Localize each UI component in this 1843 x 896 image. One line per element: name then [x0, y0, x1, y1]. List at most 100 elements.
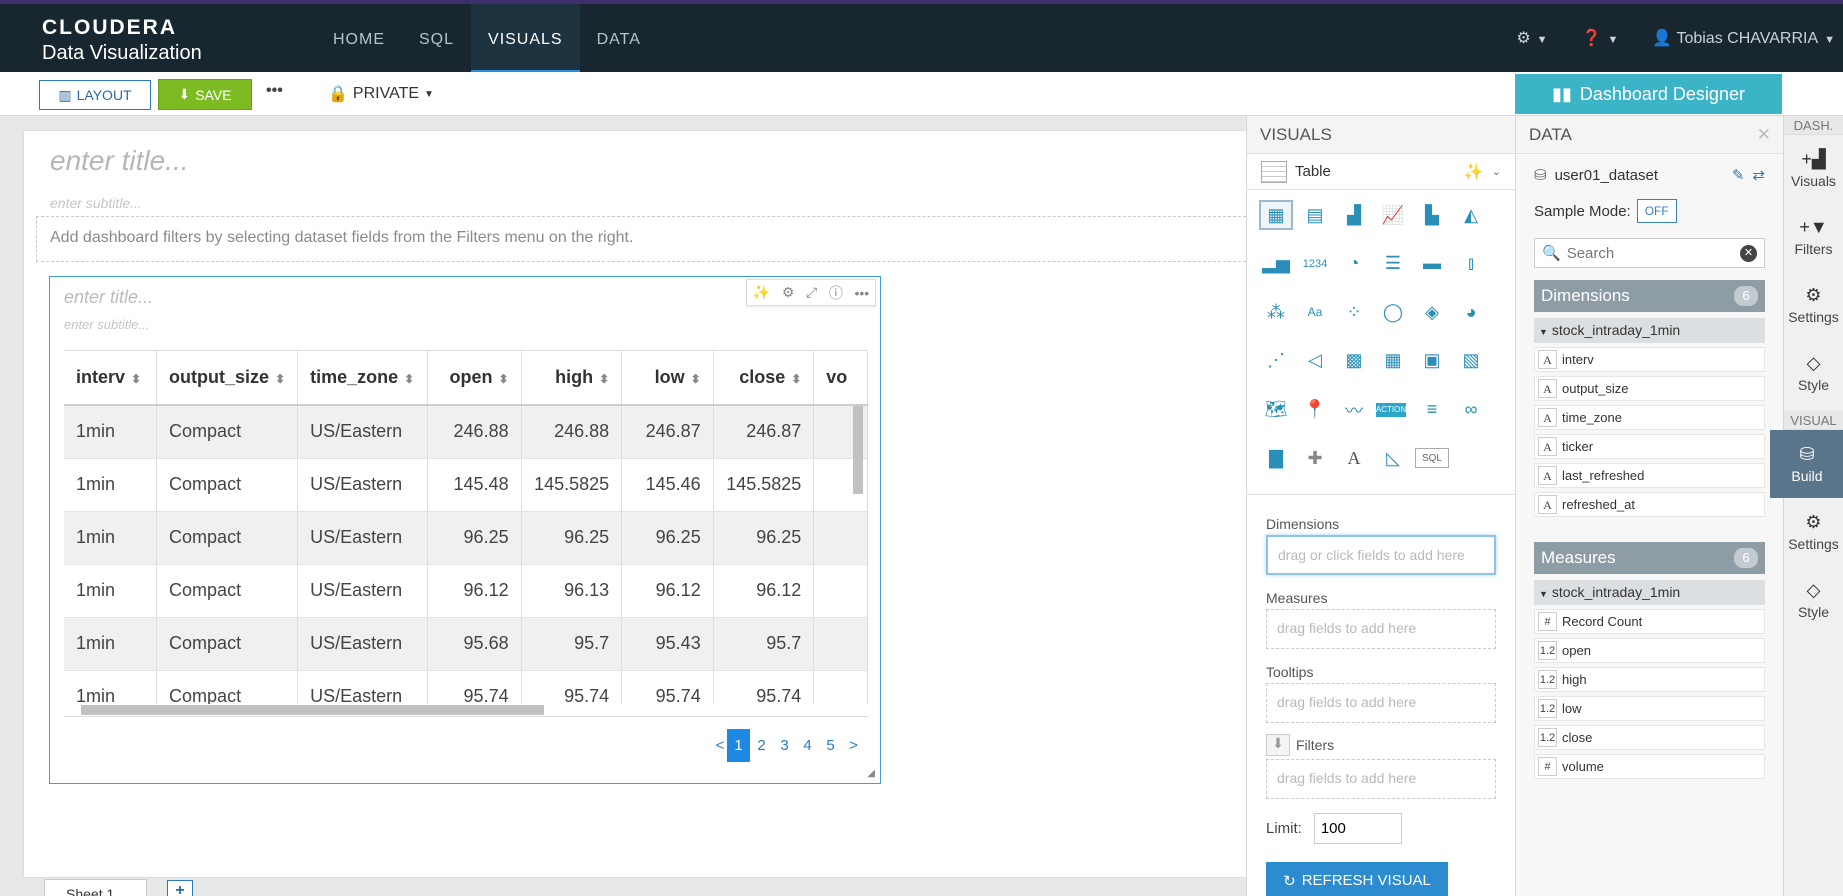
field-search[interactable]: 🔍 Search ✕ — [1534, 238, 1765, 268]
table-chart-icon[interactable]: ▦ — [1259, 200, 1293, 230]
filters-shelf[interactable]: drag fields to add here — [1266, 759, 1496, 799]
column-header[interactable]: open ⬍ — [427, 351, 522, 406]
rich-text-icon[interactable]: ≡ — [1415, 395, 1449, 425]
rail-filters[interactable]: +▼ Filters — [1784, 203, 1843, 271]
dashboard-filter-area[interactable]: Add dashboard filters by selecting datas… — [36, 216, 1256, 262]
network-icon[interactable]: ⋰ — [1259, 346, 1293, 376]
dimension-field[interactable]: Ainterv — [1534, 347, 1765, 372]
column-header[interactable]: time_zone ⬍ — [297, 351, 429, 406]
sample-mode-toggle[interactable]: OFF — [1636, 199, 1677, 223]
donut-icon[interactable]: ◯ — [1376, 297, 1410, 327]
image-icon[interactable]: ▣ — [1415, 346, 1449, 376]
table-row[interactable]: 1min Compact US/Eastern 95.68 95.7 95.43 95.7 — [64, 617, 868, 671]
clear-icon[interactable]: ✕ — [1740, 244, 1757, 262]
list-icon[interactable]: ☰ — [1376, 249, 1410, 279]
radial-icon[interactable]: ◈ — [1415, 297, 1449, 327]
dimension-group[interactable]: ▼ stock_intraday_1min — [1534, 318, 1765, 343]
funnel-icon[interactable]: ◁ — [1298, 346, 1332, 376]
settings-menu[interactable]: ⚙ ▼ — [1516, 28, 1547, 48]
dimension-field[interactable]: Alast_refreshed — [1534, 463, 1765, 488]
visual-type-selector[interactable]: Table ✨ ⌄ — [1247, 154, 1515, 190]
treemap-icon[interactable]: ▩ — [1337, 346, 1371, 376]
user-menu[interactable]: 👤 Tobias CHAVARRIA ▼ — [1652, 28, 1835, 48]
gear-icon[interactable]: ⚙ — [782, 284, 795, 301]
map-icon[interactable]: 🗺 — [1259, 395, 1293, 425]
packed-bubbles-icon[interactable]: ⁂ — [1259, 297, 1293, 327]
close-icon[interactable]: ✕ — [1757, 116, 1771, 154]
vertical-scrollbar[interactable] — [853, 406, 863, 494]
column-header[interactable]: low ⬍ — [621, 351, 714, 406]
chevron-down-icon[interactable]: ⌄ — [1492, 165, 1501, 178]
rail-dash-style[interactable]: ◇ Style — [1784, 339, 1843, 407]
rail-visual-style[interactable]: ◇ Style — [1784, 566, 1843, 634]
table-visual[interactable]: enter title... enter subtitle... ✨ ⚙ ⤢ ⓘ… — [49, 276, 881, 784]
histogram-icon[interactable]: ▂▅ — [1259, 249, 1293, 279]
dimension-field[interactable]: Aoutput_size — [1534, 376, 1765, 401]
line-chart-icon[interactable]: 📈 — [1376, 200, 1410, 230]
shuffle-icon[interactable]: ⇄ — [1752, 166, 1765, 184]
action-icon[interactable]: ACTION — [1376, 402, 1406, 417]
link-icon[interactable]: ∞ — [1454, 395, 1488, 425]
page-button[interactable]: 3 — [773, 729, 796, 762]
dimension-field[interactable]: Arefreshed_at — [1534, 492, 1765, 517]
dimension-field[interactable]: Atime_zone — [1534, 405, 1765, 430]
horizontal-scrollbar[interactable] — [81, 705, 544, 715]
tooltips-shelf[interactable]: drag fields to add here — [1266, 683, 1496, 723]
dimensions-shelf[interactable]: drag or click fields to add here — [1266, 535, 1496, 575]
measures-shelf[interactable]: drag fields to add here — [1266, 609, 1496, 649]
extension-icon[interactable]: ▧ — [1454, 346, 1488, 376]
table-row[interactable]: 1min Compact US/Eastern 246.88 246.88 246.87 2… — [64, 405, 868, 459]
column-header[interactable]: output_size ⬍ — [156, 351, 299, 406]
download-icon[interactable]: ⬇ — [1266, 734, 1290, 756]
measure-field[interactable]: 1.2 close — [1534, 725, 1765, 750]
save-button[interactable]: ⬇ SAVE — [158, 79, 252, 110]
dashboard-title-input[interactable]: enter title... — [50, 145, 189, 177]
nav-home[interactable]: HOME — [316, 4, 402, 74]
sparkle-icon[interactable]: ✨ — [753, 284, 770, 301]
column-header[interactable]: close ⬍ — [713, 351, 815, 406]
column-header[interactable]: interv ⬍ — [64, 351, 158, 406]
table-row[interactable]: 1min Compact US/Eastern 95.74 95.74 95.74 95.7… — [64, 670, 868, 704]
info-icon[interactable]: ⓘ — [829, 283, 843, 303]
help-menu[interactable]: ❓ ▼ — [1582, 28, 1619, 48]
measures-header[interactable]: Measures 6 — [1534, 542, 1765, 574]
location-icon[interactable]: 📍 — [1298, 395, 1332, 425]
bars-icon[interactable]: ▙ — [1415, 200, 1449, 230]
nav-visuals[interactable]: VISUALS — [471, 4, 580, 74]
layout-button[interactable]: ▥ LAYOUT — [39, 80, 151, 110]
measure-field[interactable]: # Record Count — [1534, 609, 1765, 634]
nav-sql[interactable]: SQL — [402, 4, 471, 74]
search-input[interactable]: Search — [1567, 245, 1615, 262]
gauge-icon[interactable]: ◔ — [1337, 249, 1371, 279]
next-page-button[interactable]: > — [842, 729, 865, 762]
rail-dash-settings[interactable]: ⚙ Settings — [1784, 271, 1843, 339]
measure-field[interactable]: 1.2 high — [1534, 667, 1765, 692]
column-header[interactable]: high ⬍ — [521, 351, 623, 406]
kpi-icon[interactable]: 1234 — [1298, 249, 1332, 279]
word-cloud-icon[interactable]: Aa — [1298, 297, 1332, 327]
table-row[interactable]: 1min Compact US/Eastern 145.48 145.5825 145.4… — [64, 458, 868, 512]
page-button[interactable]: 2 — [750, 729, 773, 762]
chart-box-icon[interactable]: ◺ — [1376, 443, 1410, 473]
area-chart-icon[interactable]: ◭ — [1454, 200, 1488, 230]
measure-group[interactable]: ▼ stock_intraday_1min — [1534, 580, 1765, 605]
column-chart-icon[interactable]: ▇ — [1259, 443, 1293, 473]
prev-page-button[interactable]: < — [713, 729, 727, 762]
table-row[interactable]: 1min Compact US/Eastern 96.12 96.13 96.12 96.1… — [64, 564, 868, 618]
nav-data[interactable]: DATA — [580, 4, 658, 74]
heatmap-icon[interactable]: ▦ — [1376, 346, 1410, 376]
measure-field[interactable]: # volume — [1534, 754, 1765, 779]
rail-build[interactable]: ⛁ Build — [1770, 430, 1843, 498]
more-options-button[interactable]: ••• — [266, 82, 283, 100]
visual-subtitle-input[interactable]: enter subtitle... — [64, 317, 149, 332]
sql-icon[interactable]: SQL — [1415, 448, 1449, 469]
dashboard-subtitle-input[interactable]: enter subtitle... — [50, 195, 142, 211]
more-icon[interactable]: ••• — [854, 285, 869, 301]
pie-icon[interactable]: ◕ — [1454, 297, 1488, 327]
page-button[interactable]: 5 — [819, 729, 842, 762]
sparkline-icon[interactable]: 〰 — [1337, 395, 1371, 425]
cross-tab-icon[interactable]: ▤ — [1298, 200, 1332, 230]
page-button[interactable]: 1 — [727, 729, 750, 762]
edit-icon[interactable]: ✎ — [1732, 166, 1745, 184]
privacy-dropdown[interactable]: 🔒 PRIVATE ▼ — [328, 84, 434, 104]
